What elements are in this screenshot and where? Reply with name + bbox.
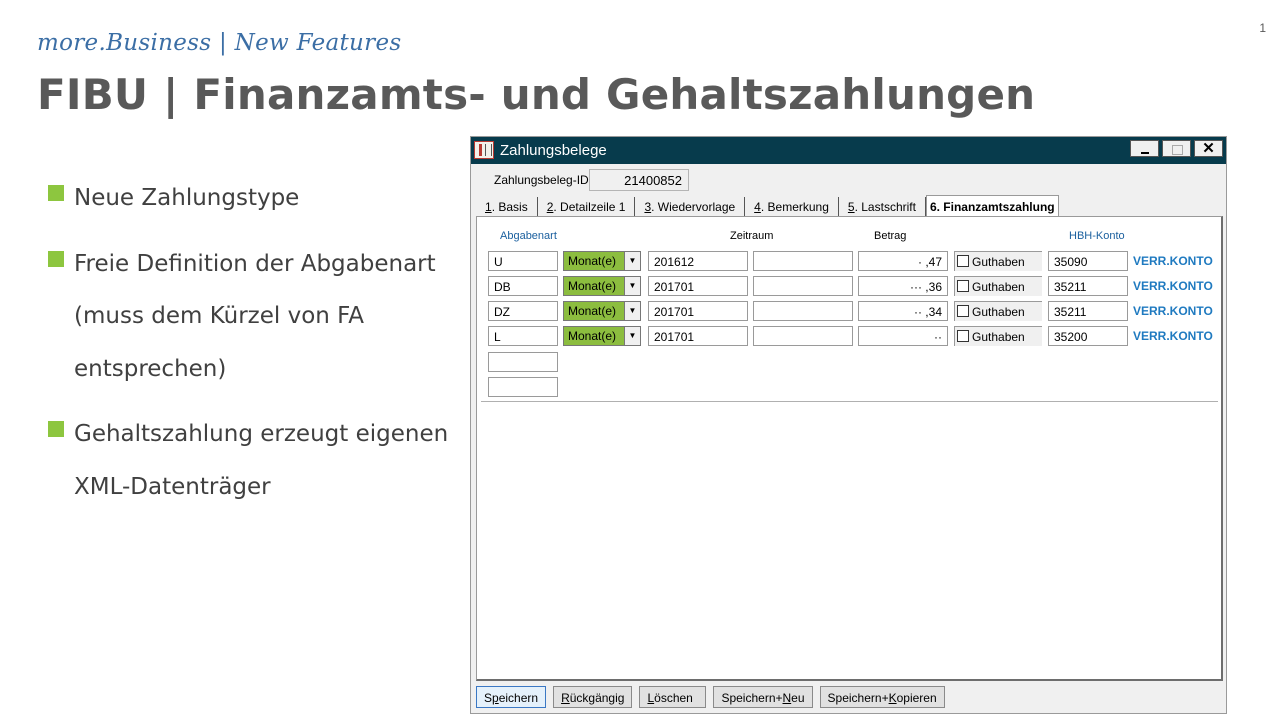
bullet-square-icon	[48, 185, 64, 201]
zeitraum-von-input[interactable]: 201701	[648, 326, 748, 346]
bullet-square-icon	[48, 250, 64, 267]
guthaben-checkbox[interactable]: Guthaben	[954, 326, 1042, 346]
period-type-value: Monat(e)	[568, 254, 617, 268]
window-controls: ✕	[1127, 140, 1223, 157]
tab-bemerkung[interactable]: 4. Bemerkung	[745, 197, 839, 216]
hbh-konto-input[interactable]: 35090	[1048, 251, 1128, 271]
bullet-text: Neue Zahlungstype	[74, 185, 300, 211]
guthaben-checkbox[interactable]: Guthaben	[954, 251, 1042, 271]
zeitraum-von-input[interactable]: 201701	[648, 301, 748, 321]
checkbox-icon[interactable]	[957, 280, 969, 292]
zeitraum-bis-input[interactable]	[753, 326, 853, 346]
belegid-label: Zahlungsbeleg-ID:	[494, 173, 593, 187]
guthaben-checkbox[interactable]: Guthaben	[954, 301, 1042, 321]
belegid-field: 21400852	[589, 169, 689, 191]
speichern-kopieren-button[interactable]: Speichern+Kopieren	[819, 686, 945, 708]
slide-subtitle: more.Business | New Features	[37, 30, 402, 56]
tab-basis[interactable]: 1. Basis	[476, 197, 538, 216]
hbh-konto-input[interactable]: 35200	[1048, 326, 1128, 346]
zeitraum-von-input[interactable]: 201612	[648, 251, 748, 271]
slide-title: FIBU | Finanzamts- und Gehaltszahlungen	[37, 70, 1036, 119]
guthaben-checkbox[interactable]: Guthaben	[954, 276, 1042, 296]
abgabenart-input[interactable]: DZ	[488, 301, 558, 321]
zeitraum-bis-input[interactable]	[753, 276, 853, 296]
guthaben-label: Guthaben	[972, 330, 1025, 344]
period-type-value: Monat(e)	[568, 279, 617, 293]
tab-detailzeile[interactable]: 2. Detailzeile 1	[538, 197, 636, 216]
checkbox-icon[interactable]	[957, 330, 969, 342]
close-button[interactable]: ✕	[1194, 140, 1223, 157]
betrag-input[interactable]: ·· ,34	[858, 301, 948, 321]
minimize-button[interactable]	[1130, 140, 1159, 157]
window-titlebar[interactable]: Zahlungsbelege ✕	[471, 137, 1226, 164]
guthaben-label: Guthaben	[972, 305, 1025, 319]
maximize-button[interactable]	[1162, 140, 1191, 157]
finanzamtszahlung-panel: Abgabenart Zeitraum Betrag HBH-Konto U Mo…	[476, 216, 1223, 681]
loeschen-button[interactable]: Löschen	[639, 686, 707, 708]
bullet-item: Gehaltszahlung erzeugt eigenen XML-Daten…	[48, 408, 458, 513]
column-header-abgabenart: Abgabenart	[500, 230, 557, 242]
window-title: Zahlungsbelege	[500, 142, 607, 159]
hbh-konto-input[interactable]: 35211	[1048, 301, 1128, 321]
period-type-value: Monat(e)	[568, 329, 617, 343]
konto-name-link[interactable]: VERR.KONTO	[1133, 304, 1213, 318]
tab-bar: 1. Basis 2. Detailzeile 1 3. Wiedervorla…	[476, 195, 1059, 217]
hbh-konto-input[interactable]: 35211	[1048, 276, 1128, 296]
column-header-betrag: Betrag	[874, 230, 907, 242]
bullet-text: Freie Definition der Abgabenart (muss de…	[74, 250, 436, 382]
betrag-input[interactable]: ··	[858, 326, 948, 346]
column-header-zeitraum: Zeitraum	[730, 230, 774, 242]
konto-name-link[interactable]: VERR.KONTO	[1133, 254, 1213, 268]
abgabenart-input[interactable]: L	[488, 326, 558, 346]
period-type-select[interactable]: Monat(e) ▼	[563, 276, 641, 296]
guthaben-label: Guthaben	[972, 255, 1025, 269]
period-type-select[interactable]: Monat(e) ▼	[563, 251, 641, 271]
action-bar: Speichern Rückgängig Löschen Speichern+N…	[476, 686, 952, 708]
period-type-select[interactable]: Monat(e) ▼	[563, 326, 641, 346]
rueckgaengig-button[interactable]: Rückgängig	[553, 686, 633, 708]
dropdown-arrow-icon[interactable]: ▼	[624, 302, 640, 320]
checkbox-icon[interactable]	[957, 305, 969, 317]
abgabenart-input[interactable]: DB	[488, 276, 558, 296]
checkbox-icon[interactable]	[957, 255, 969, 267]
tab-wiedervorlage[interactable]: 3. Wiedervorlage	[635, 197, 746, 216]
speichern-neu-button[interactable]: Speichern+Neu	[713, 686, 813, 708]
abgabenart-input-empty[interactable]	[488, 352, 558, 372]
bullet-list: Neue Zahlungstype Freie Definition der A…	[48, 172, 458, 526]
abgabenart-input-empty[interactable]	[488, 377, 558, 397]
konto-name-link[interactable]: VERR.KONTO	[1133, 329, 1213, 343]
bullet-text: Gehaltszahlung erzeugt eigenen XML-Daten…	[74, 421, 449, 500]
page-number: 1	[1259, 21, 1266, 35]
divider	[481, 401, 1218, 402]
zeitraum-von-input[interactable]: 201701	[648, 276, 748, 296]
zeitraum-bis-input[interactable]	[753, 251, 853, 271]
period-type-select[interactable]: Monat(e) ▼	[563, 301, 641, 321]
bullet-item: Freie Definition der Abgabenart (muss de…	[48, 238, 458, 396]
guthaben-label: Guthaben	[972, 280, 1025, 294]
dropdown-arrow-icon[interactable]: ▼	[624, 252, 640, 270]
abgabenart-input[interactable]: U	[488, 251, 558, 271]
dropdown-arrow-icon[interactable]: ▼	[624, 327, 640, 345]
speichern-button[interactable]: Speichern	[476, 686, 547, 708]
zeitraum-bis-input[interactable]	[753, 301, 853, 321]
zahlungsbelege-window: Zahlungsbelege ✕ Zahlungsbeleg-ID: 21400…	[470, 136, 1227, 714]
bullet-square-icon	[48, 421, 64, 437]
column-header-hbh-konto: HBH-Konto	[1069, 230, 1125, 242]
tab-finanzamtszahlung[interactable]: 6. Finanzamtszahlung	[925, 195, 1059, 217]
book-icon	[474, 141, 494, 159]
betrag-input[interactable]: · ,47	[858, 251, 948, 271]
tab-lastschrift[interactable]: 5. Lastschrift	[839, 197, 926, 216]
betrag-input[interactable]: ··· ,36	[858, 276, 948, 296]
bullet-item: Neue Zahlungstype	[48, 172, 458, 225]
period-type-value: Monat(e)	[568, 304, 617, 318]
dropdown-arrow-icon[interactable]: ▼	[624, 277, 640, 295]
konto-name-link[interactable]: VERR.KONTO	[1133, 279, 1213, 293]
